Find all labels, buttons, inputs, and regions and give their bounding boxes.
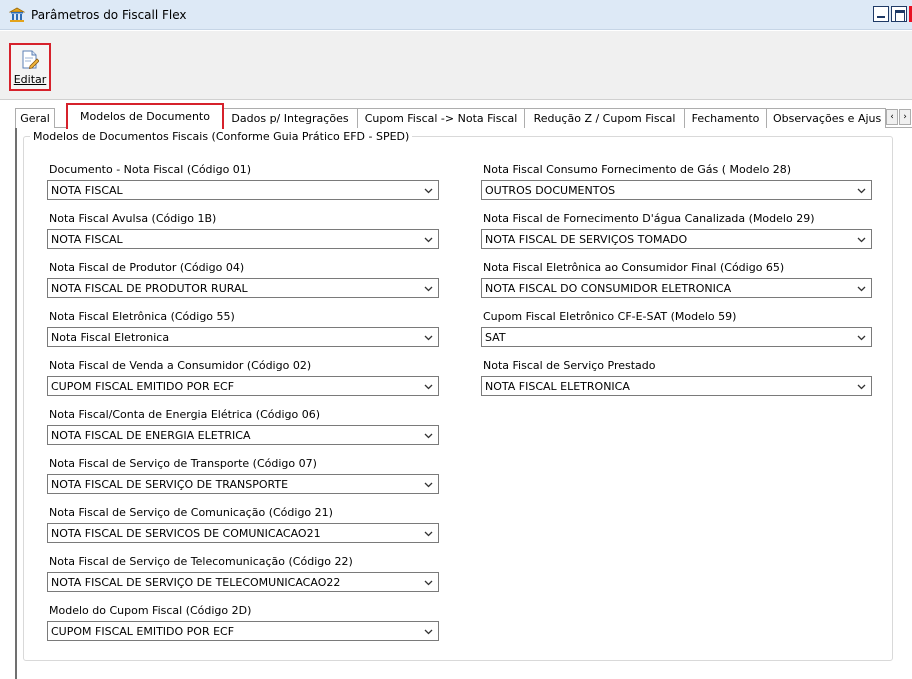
chevron-down-icon	[857, 335, 866, 341]
label-nota-fiscal-avulsa-1b: Nota Fiscal Avulsa (Código 1B)	[49, 212, 217, 225]
edit-button-label: Editar	[13, 73, 47, 86]
label-servico-comunicacao-21: Nota Fiscal de Serviço de Comunicação (C…	[49, 506, 333, 519]
select-value: NOTA FISCAL DE ENERGIA ELETRICA	[51, 429, 251, 442]
select-value: SAT	[485, 331, 506, 344]
label-cfe-sat-59: Cupom Fiscal Eletrônico CF-E-SAT (Modelo…	[483, 310, 737, 323]
chevron-down-icon	[424, 482, 433, 488]
select-value: Nota Fiscal Eletronica	[51, 331, 170, 344]
select-cfe-sat-59[interactable]: SAT	[481, 327, 872, 347]
maximize-icon[interactable]	[891, 6, 907, 22]
label-nota-fiscal-produtor-04: Nota Fiscal de Produtor (Código 04)	[49, 261, 245, 274]
label-servico-transporte-07: Nota Fiscal de Serviço de Transporte (Có…	[49, 457, 317, 470]
select-value: NOTA FISCAL DE SERVICOS DE COMUNICACAO21	[51, 527, 321, 540]
chevron-down-icon	[424, 237, 433, 243]
chevron-down-icon	[857, 237, 866, 243]
chevron-down-icon	[424, 384, 433, 390]
select-modelo-cupom-fiscal-2d[interactable]: CUPOM FISCAL EMITIDO POR ECF	[47, 621, 439, 641]
select-consumo-gas-28[interactable]: OUTROS DOCUMENTOS	[481, 180, 872, 200]
minimize-icon[interactable]	[873, 6, 889, 22]
group-title: Modelos de Documentos Fiscais (Conforme …	[30, 130, 413, 143]
select-nota-fiscal-eletronica-55[interactable]: Nota Fiscal Eletronica	[47, 327, 439, 347]
select-value: CUPOM FISCAL EMITIDO POR ECF	[51, 380, 235, 393]
tab-modelos-de-documento[interactable]: Modelos de Documento	[66, 103, 224, 129]
panel-left-border	[15, 128, 17, 679]
tab-cupom-fiscal-nota-fiscal[interactable]: Cupom Fiscal -> Nota Fiscal	[357, 108, 525, 128]
document-edit-icon	[22, 50, 39, 69]
chevron-down-icon	[424, 433, 433, 439]
building-columns-icon	[9, 7, 25, 22]
label-nota-fiscal-eletronica-55: Nota Fiscal Eletrônica (Código 55)	[49, 310, 235, 323]
label-energia-eletrica-06: Nota Fiscal/Conta de Energia Elétrica (C…	[49, 408, 321, 421]
select-servico-comunicacao-21[interactable]: NOTA FISCAL DE SERVICOS DE COMUNICACAO21	[47, 523, 439, 543]
label-modelo-cupom-fiscal-2d: Modelo do Cupom Fiscal (Código 2D)	[49, 604, 252, 617]
toolbar: Editar	[0, 31, 912, 100]
label-servico-telecomunicacao-22: Nota Fiscal de Serviço de Telecomunicaçã…	[49, 555, 353, 568]
chevron-down-icon	[424, 531, 433, 537]
select-value: NOTA FISCAL	[51, 233, 123, 246]
select-energia-eletrica-06[interactable]: NOTA FISCAL DE ENERGIA ELETRICA	[47, 425, 439, 445]
label-consumidor-final-65: Nota Fiscal Eletrônica ao Consumidor Fin…	[483, 261, 785, 274]
tab-scroll-left-button[interactable]: ‹	[886, 109, 898, 125]
select-consumidor-final-65[interactable]: NOTA FISCAL DO CONSUMIDOR ELETRONICA	[481, 278, 872, 298]
label-agua-canalizada-29: Nota Fiscal de Fornecimento D'água Canal…	[483, 212, 815, 225]
select-servico-transporte-07[interactable]: NOTA FISCAL DE SERVIÇO DE TRANSPORTE	[47, 474, 439, 494]
chevron-down-icon	[424, 580, 433, 586]
tab-observacoes-ajustes[interactable]: Observações e Ajus	[766, 108, 886, 128]
label-consumo-gas-28: Nota Fiscal Consumo Fornecimento de Gás …	[483, 163, 792, 176]
label-servico-prestado: Nota Fiscal de Serviço Prestado	[483, 359, 656, 372]
chevron-down-icon	[424, 335, 433, 341]
tab-fechamento[interactable]: Fechamento	[684, 108, 767, 128]
label-nota-fiscal-01: Documento - Nota Fiscal (Código 01)	[49, 163, 252, 176]
select-value: NOTA FISCAL DE SERVIÇO DE TELECOMUNICACA…	[51, 576, 341, 589]
select-agua-canalizada-29[interactable]: NOTA FISCAL DE SERVIÇOS TOMADO	[481, 229, 872, 249]
select-nota-fiscal-01[interactable]: NOTA FISCAL	[47, 180, 439, 200]
select-servico-telecomunicacao-22[interactable]: NOTA FISCAL DE SERVIÇO DE TELECOMUNICACA…	[47, 572, 439, 592]
select-value: NOTA FISCAL DE SERVIÇO DE TRANSPORTE	[51, 478, 289, 491]
select-value: NOTA FISCAL DO CONSUMIDOR ELETRONICA	[485, 282, 732, 295]
chevron-down-icon	[857, 384, 866, 390]
select-value: OUTROS DOCUMENTOS	[485, 184, 616, 197]
label-nota-fiscal-venda-consumidor-02: Nota Fiscal de Venda a Consumidor (Códig…	[49, 359, 312, 372]
select-nota-fiscal-avulsa-1b[interactable]: NOTA FISCAL	[47, 229, 439, 249]
select-value: NOTA FISCAL DE SERVIÇOS TOMADO	[485, 233, 688, 246]
chevron-down-icon	[424, 286, 433, 292]
tab-geral[interactable]: Geral	[15, 108, 55, 128]
select-value: NOTA FISCAL DE PRODUTOR RURAL	[51, 282, 248, 295]
edit-button[interactable]: Editar	[9, 43, 51, 91]
select-value: NOTA FISCAL	[51, 184, 123, 197]
select-nota-fiscal-venda-consumidor-02[interactable]: CUPOM FISCAL EMITIDO POR ECF	[47, 376, 439, 396]
chevron-down-icon	[857, 286, 866, 292]
chevron-down-icon	[424, 188, 433, 194]
select-nota-fiscal-produtor-04[interactable]: NOTA FISCAL DE PRODUTOR RURAL	[47, 278, 439, 298]
tab-strip: Geral Modelos de Documento Dados p/ Inte…	[15, 103, 912, 129]
tab-scroll-right-button[interactable]: ›	[899, 109, 911, 125]
tab-reducao-z-cupom-fiscal[interactable]: Redução Z / Cupom Fiscal	[524, 108, 685, 128]
chevron-down-icon	[424, 629, 433, 635]
window-title: Parâmetros do Fiscall Flex	[31, 8, 187, 22]
chevron-down-icon	[857, 188, 866, 194]
select-value: CUPOM FISCAL EMITIDO POR ECF	[51, 625, 235, 638]
title-bar: Parâmetros do Fiscall Flex	[0, 0, 912, 30]
select-value: NOTA FISCAL ELETRONICA	[485, 380, 630, 393]
select-servico-prestado[interactable]: NOTA FISCAL ELETRONICA	[481, 376, 872, 396]
tab-dados-integracoes[interactable]: Dados p/ Integrações	[222, 108, 358, 128]
